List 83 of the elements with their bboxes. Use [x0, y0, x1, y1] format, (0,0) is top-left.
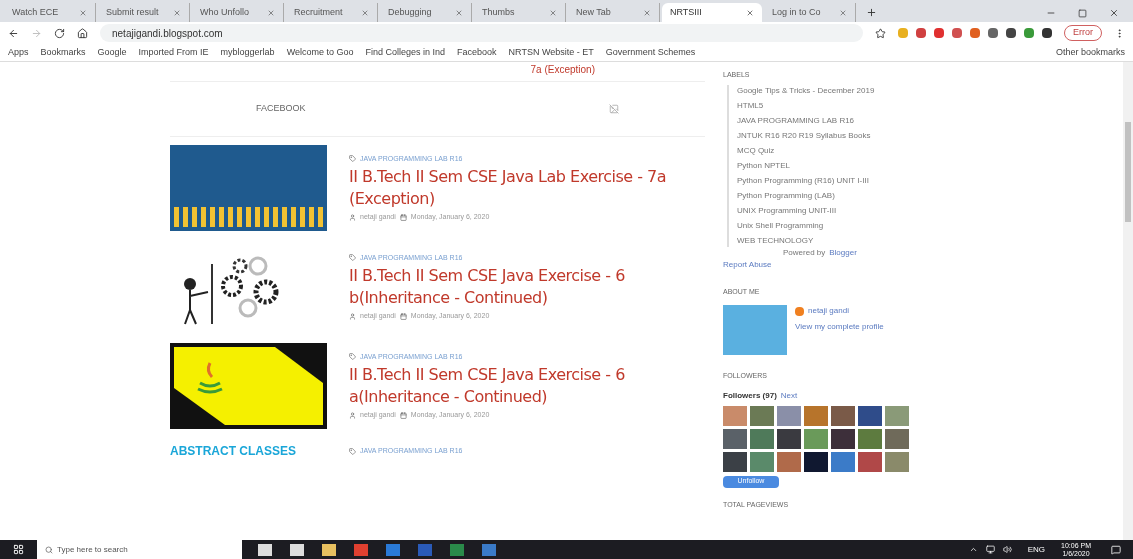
close-icon[interactable]	[79, 8, 87, 17]
post-title[interactable]: II B.Tech II Sem CSE Java Exercise - 6 b(Inheritance - Continued)	[349, 265, 679, 309]
powered-by-text: Powered by	[783, 246, 826, 259]
bookmark-link[interactable]: Find Colleges in Ind	[365, 45, 446, 60]
bookmark-link[interactable]: Other bookmarks	[1055, 45, 1125, 60]
scrollbar[interactable]	[1123, 62, 1133, 540]
windows-start-icon[interactable]	[13, 544, 24, 555]
label-link[interactable]: Python NPTEL	[737, 159, 1013, 172]
profile-photo-placeholder	[723, 305, 787, 355]
report-abuse-link[interactable]: Report Abuse	[723, 258, 1013, 271]
tag-icon	[349, 155, 356, 163]
section-label: FACEBOOK	[256, 102, 306, 116]
label-link[interactable]: WEB TECHNOLOGY	[737, 234, 1013, 247]
bookmark-link[interactable]: Bookmarks	[40, 45, 86, 60]
bookmark-link[interactable]: Google	[97, 45, 127, 60]
bookmark-link[interactable]: Apps	[8, 45, 29, 60]
post-title[interactable]: II B.Tech II Sem CSE Java Lab Exercise - 7a (Exception)	[349, 166, 679, 210]
bookmark-link[interactable]: mybloggerlab	[220, 45, 275, 60]
blogger-link[interactable]: Blogger	[829, 246, 857, 259]
blogger-icon	[795, 306, 804, 316]
new-tab-icon[interactable]	[866, 7, 877, 18]
calendar-icon	[399, 213, 407, 221]
close-icon[interactable]	[361, 8, 369, 17]
close-icon[interactable]	[173, 8, 181, 17]
abstract-classes-heading: ABSTRACT CLASSES	[170, 443, 297, 460]
close-icon[interactable]	[455, 8, 463, 17]
close-icon[interactable]	[643, 8, 651, 17]
maximize-icon[interactable]	[1078, 9, 1087, 18]
bookmark-link[interactable]: Imported From IE	[138, 45, 209, 60]
follower-avatar[interactable]	[804, 451, 828, 472]
label-link[interactable]: UNIX Programming UNIT-III	[737, 204, 1013, 217]
notification-icon[interactable]	[1111, 544, 1121, 555]
speaker-icon[interactable]	[1002, 545, 1012, 554]
label-link[interactable]: Google Tips & Tricks - December 2019	[737, 84, 1013, 97]
close-icon[interactable]	[267, 8, 275, 17]
calendar-icon	[399, 312, 407, 320]
bookmark-link[interactable]: Welcome to Goo	[286, 45, 354, 60]
monitor-icon[interactable]	[985, 545, 995, 554]
label-link[interactable]: JAVA PROGRAMMING LAB R16	[737, 114, 1013, 127]
bookmark-link[interactable]: Government Schemes	[605, 45, 696, 60]
user-icon	[349, 213, 356, 221]
follower-avatar[interactable]	[777, 428, 801, 449]
profile-name-link[interactable]: netaji gandi	[808, 305, 849, 317]
tag-icon	[349, 447, 356, 455]
search-icon	[45, 545, 53, 554]
back-icon[interactable]	[8, 27, 19, 39]
taskbar-search-field[interactable]: Type here to search	[37, 540, 242, 559]
close-icon[interactable]	[839, 8, 847, 17]
follower-avatar[interactable]	[723, 451, 747, 472]
next-link[interactable]: Next	[780, 389, 798, 402]
follower-avatar[interactable]	[831, 428, 855, 449]
bookmark-link[interactable]: NRTSN Website - ET	[508, 45, 594, 60]
tag-icon	[349, 254, 356, 262]
follower-avatar[interactable]	[858, 405, 882, 426]
close-window-icon[interactable]	[1109, 8, 1119, 18]
calendar-icon	[399, 411, 407, 419]
label-link[interactable]: MCQ Quiz	[737, 144, 1013, 157]
address-bar[interactable]: netajigandi.blogspot.com	[100, 24, 863, 42]
chevron-up-icon[interactable]	[968, 545, 978, 554]
bookmark-link[interactable]: Facebook	[457, 45, 497, 60]
user-icon	[349, 411, 356, 419]
search-placeholder: Type here to search	[57, 543, 128, 556]
close-icon[interactable]	[746, 8, 754, 17]
browser-tab[interactable]: NRTSIII	[662, 3, 762, 22]
close-icon[interactable]	[549, 8, 557, 17]
home-icon[interactable]	[77, 27, 88, 39]
tag-icon	[349, 353, 356, 361]
followers-count: Followers (97)	[723, 389, 777, 402]
user-icon	[349, 312, 356, 320]
label-link[interactable]: Unix Shell Programming	[737, 219, 1013, 232]
language-indicator[interactable]: ENG	[1019, 543, 1054, 556]
reload-icon[interactable]	[54, 27, 65, 39]
post-link[interactable]: 7a (Exception)	[530, 62, 595, 77]
follower-avatar[interactable]	[723, 428, 747, 449]
profile-link[interactable]: View my complete profile	[795, 321, 884, 333]
follower-avatar[interactable]	[831, 405, 855, 426]
label-link[interactable]: HTML5	[737, 99, 1013, 112]
label-link[interactable]: Python Programming (LAB)	[737, 189, 1013, 202]
label-link[interactable]: Python Programming (R16) UNIT I-III	[737, 174, 1013, 187]
label-link[interactable]: JNTUK R16 R20 R19 Syllabus Books	[737, 129, 1013, 142]
post-title[interactable]: II B.Tech II Sem CSE Java Exercise - 6 a(Inheritance - Continued)	[349, 364, 679, 408]
star-icon[interactable]	[875, 27, 886, 39]
broken-image-icon	[609, 104, 619, 114]
